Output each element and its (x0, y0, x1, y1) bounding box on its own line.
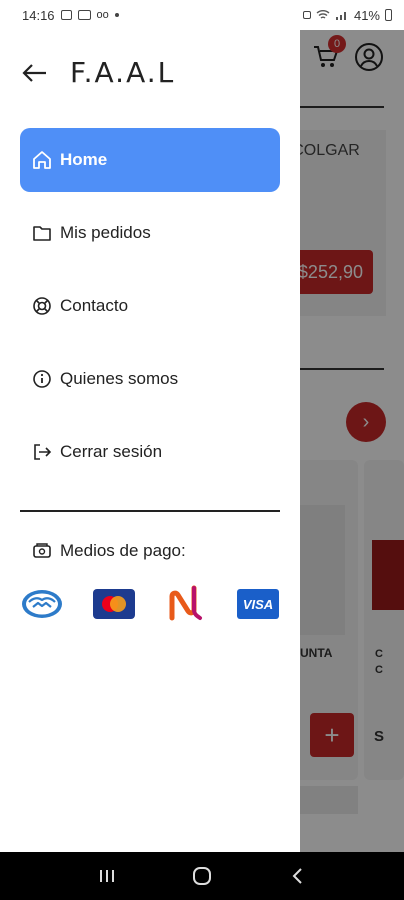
home-icon (32, 150, 52, 170)
menu-item-quienes-somos[interactable]: Quienes somos (20, 347, 280, 411)
menu-item-label: Quienes somos (60, 369, 179, 388)
home-button[interactable] (182, 856, 222, 896)
wifi-icon (316, 10, 330, 19)
home-circle-icon (192, 867, 211, 885)
signal-icon (335, 12, 346, 20)
drawer-header: F.A.A.L (20, 56, 175, 89)
voicemail-icon: oo (96, 9, 109, 21)
alarm-icon (302, 11, 311, 19)
logout-icon (32, 442, 52, 462)
brand-title: F.A.A.L (70, 56, 176, 89)
menu-item-label: Contacto (60, 296, 129, 315)
info-icon (32, 369, 52, 389)
drawer-menu: Home Mis pedidos Contacto Quienes somos … (20, 128, 280, 493)
navigation-drawer: F.A.A.L Home Mis pedidos Contacto Quiene… (0, 0, 300, 852)
naranja-logo (164, 584, 208, 624)
menu-item-label: Cerrar sesión (60, 442, 163, 461)
recent-apps-button[interactable] (87, 856, 127, 896)
gallery-notification-icon (60, 10, 72, 20)
svg-text:VISA: VISA (243, 597, 273, 612)
status-time: 14:16 (22, 7, 55, 23)
payment-logos: VISA (20, 584, 280, 624)
payment-methods-label: Medios de pago: (60, 541, 186, 560)
menu-item-label: Home (60, 150, 108, 169)
visa-logo: VISA (236, 584, 280, 624)
menu-item-cerrar-sesion[interactable]: Cerrar sesión (20, 420, 280, 484)
mercadopago-logo (20, 584, 64, 624)
menu-item-contacto[interactable]: Contacto (20, 274, 280, 338)
screen-notification-icon (77, 10, 91, 20)
system-nav-bar (0, 852, 404, 900)
status-bar: 14:16 oo 41% (0, 0, 404, 30)
menu-item-label: Mis pedidos (60, 223, 151, 242)
folder-icon (32, 223, 52, 243)
more-notifications-icon (114, 13, 119, 17)
menu-item-mis-pedidos[interactable]: Mis pedidos (20, 201, 280, 265)
back-arrow-icon[interactable] (20, 59, 48, 87)
recent-apps-icon (100, 870, 115, 882)
drawer-divider (20, 510, 280, 512)
back-icon (292, 868, 302, 884)
lifebuoy-icon (32, 296, 52, 316)
payment-methods-heading: Medios de pago: (32, 541, 186, 561)
menu-item-home[interactable]: Home (20, 128, 280, 192)
mastercard-logo (92, 584, 136, 624)
battery-percent: 41% (353, 7, 380, 23)
back-button[interactable] (277, 856, 317, 896)
battery-icon (385, 9, 392, 21)
wallet-icon (33, 543, 51, 558)
